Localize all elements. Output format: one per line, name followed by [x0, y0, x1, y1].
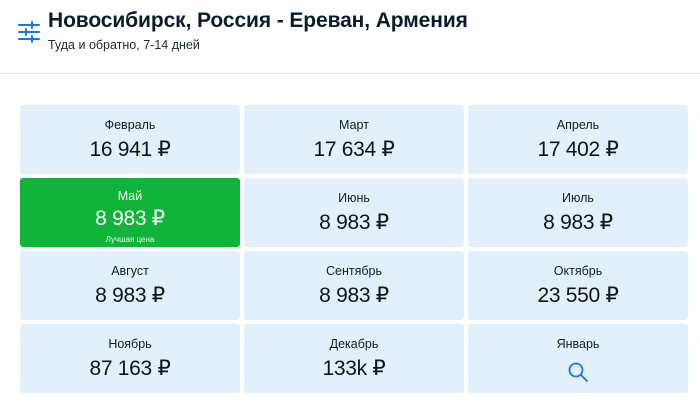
- month-label: Декабрь: [329, 337, 379, 351]
- month-cell-september[interactable]: Сентябрь 8 983 ₽: [244, 251, 464, 320]
- month-cell-april[interactable]: Апрель 17 402 ₽: [468, 105, 688, 174]
- month-price: 133k ₽: [322, 357, 386, 380]
- month-cell-october[interactable]: Октябрь 23 550 ₽: [468, 251, 688, 320]
- month-price: 8 983 ₽: [319, 211, 389, 234]
- month-label: Март: [339, 118, 369, 132]
- header: Новосибирск, Россия - Ереван, Армения Ту…: [0, 0, 700, 74]
- filter-sliders-icon[interactable]: [17, 20, 41, 44]
- month-label: Апрель: [556, 118, 600, 132]
- best-price-note: Лучшая цена: [105, 235, 155, 244]
- month-price: 8 983 ₽: [95, 284, 165, 307]
- month-label: Май: [117, 189, 143, 203]
- month-price: 17 634 ₽: [313, 138, 395, 161]
- month-cell-december[interactable]: Декабрь 133k ₽: [244, 324, 464, 393]
- month-label: Июль: [562, 191, 594, 205]
- month-label: Июнь: [338, 191, 370, 205]
- month-cell-february[interactable]: Февраль 16 941 ₽: [20, 105, 240, 174]
- month-price: 23 550 ₽: [537, 284, 619, 307]
- month-cell-november[interactable]: Ноябрь 87 163 ₽: [20, 324, 240, 393]
- month-cell-june[interactable]: Июнь 8 983 ₽: [244, 178, 464, 247]
- month-label: Ноябрь: [108, 337, 152, 351]
- month-cell-january[interactable]: Январь: [468, 324, 688, 393]
- month-price: 8 983 ₽: [95, 207, 165, 230]
- month-price: 8 983 ₽: [319, 284, 389, 307]
- month-price: 17 402 ₽: [537, 138, 619, 161]
- month-cell-july[interactable]: Июль 8 983 ₽: [468, 178, 688, 247]
- month-label: Октябрь: [553, 264, 603, 278]
- month-price: 8 983 ₽: [543, 211, 613, 234]
- month-label: Февраль: [104, 118, 156, 132]
- month-label: Август: [111, 264, 149, 278]
- month-price-grid: Февраль 16 941 ₽ Март 17 634 ₽ Апрель 17…: [20, 105, 690, 393]
- month-cell-august[interactable]: Август 8 983 ₽: [20, 251, 240, 320]
- month-cell-may-best[interactable]: Май 8 983 ₽ Лучшая цена: [20, 178, 240, 247]
- search-icon[interactable]: [567, 361, 589, 383]
- month-cell-march[interactable]: Март 17 634 ₽: [244, 105, 464, 174]
- month-price: 16 941 ₽: [89, 138, 171, 161]
- page-subtitle: Туда и обратно, 7-14 дней: [48, 38, 200, 52]
- page-title: Новосибирск, Россия - Ереван, Армения: [48, 9, 468, 32]
- month-price: 87 163 ₽: [89, 357, 171, 380]
- month-label: Январь: [556, 337, 600, 351]
- month-label: Сентябрь: [326, 264, 382, 278]
